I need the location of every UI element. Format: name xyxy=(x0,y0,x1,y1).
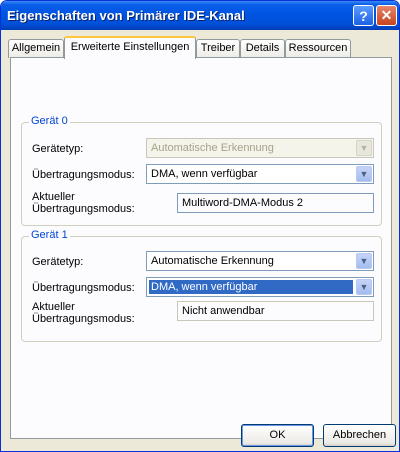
close-button[interactable]: ✕ xyxy=(376,5,397,26)
device1-mode-dropdown[interactable]: DMA, wenn verfügbar ▼ xyxy=(146,277,374,297)
tab-details[interactable]: Details xyxy=(240,39,285,58)
dialog-client-area: Allgemein Erweiterte Einstellungen Treib… xyxy=(4,30,396,450)
title-bar[interactable]: Eigenschaften von Primärer IDE-Kanal ? ✕ xyxy=(1,1,399,30)
device0-mode-label: Übertragungsmodus: xyxy=(32,169,135,181)
device1-group: Gerät 1 Gerätetyp: Automatische Erkennun… xyxy=(21,229,382,342)
help-button[interactable]: ? xyxy=(353,5,374,26)
tab-panel: Gerät 0 Gerätetyp: Automatische Erkennun… xyxy=(10,57,392,439)
device1-type-dropdown[interactable]: Automatische Erkennung ▼ xyxy=(146,251,374,271)
device0-current-mode-field: Multiword-DMA-Modus 2 xyxy=(177,193,374,213)
device0-mode-value: DMA, wenn verfügbar xyxy=(151,168,258,180)
tab-treiber[interactable]: Treiber xyxy=(196,39,240,58)
help-icon: ? xyxy=(359,7,368,24)
close-icon: ✕ xyxy=(380,7,393,23)
device1-current-mode-field: Nicht anwendbar xyxy=(177,301,374,321)
device0-title: Gerät 0 xyxy=(29,115,70,127)
device0-current-label-line1: Aktueller xyxy=(32,191,75,203)
chevron-down-icon: ▼ xyxy=(356,140,372,156)
device1-type-value: Automatische Erkennung xyxy=(151,255,274,267)
chevron-down-icon[interactable]: ▼ xyxy=(356,279,372,295)
device0-mode-dropdown[interactable]: DMA, wenn verfügbar ▼ xyxy=(146,164,374,184)
chevron-down-icon[interactable]: ▼ xyxy=(356,253,372,269)
device1-current-label-line2: Übertragungsmodus: xyxy=(32,313,135,325)
device1-current-label-line1: Aktueller xyxy=(32,301,75,313)
device0-group: Gerät 0 Gerätetyp: Automatische Erkennun… xyxy=(21,115,382,226)
device0-type-value: Automatische Erkennung xyxy=(151,142,274,154)
tab-erweiterte-einstellungen[interactable]: Erweiterte Einstellungen xyxy=(64,36,196,59)
device0-current-label-line2: Übertragungsmodus: xyxy=(32,203,135,215)
chevron-down-icon[interactable]: ▼ xyxy=(356,166,372,182)
window-title: Eigenschaften von Primärer IDE-Kanal xyxy=(7,8,245,23)
device1-mode-label: Übertragungsmodus: xyxy=(32,282,135,294)
device0-type-dropdown: Automatische Erkennung ▼ xyxy=(146,138,374,158)
tab-allgemein[interactable]: Allgemein xyxy=(8,39,64,58)
device1-mode-value: DMA, wenn verfügbar xyxy=(149,280,353,294)
tab-ressourcen[interactable]: Ressourcen xyxy=(285,39,351,58)
device1-type-label: Gerätetyp: xyxy=(32,256,84,268)
properties-dialog: Eigenschaften von Primärer IDE-Kanal ? ✕… xyxy=(0,0,400,452)
device1-title: Gerät 1 xyxy=(29,229,70,241)
cancel-button[interactable]: Abbrechen xyxy=(323,424,396,447)
device0-type-label: Gerätetyp: xyxy=(32,143,84,155)
ok-button[interactable]: OK xyxy=(241,424,314,447)
